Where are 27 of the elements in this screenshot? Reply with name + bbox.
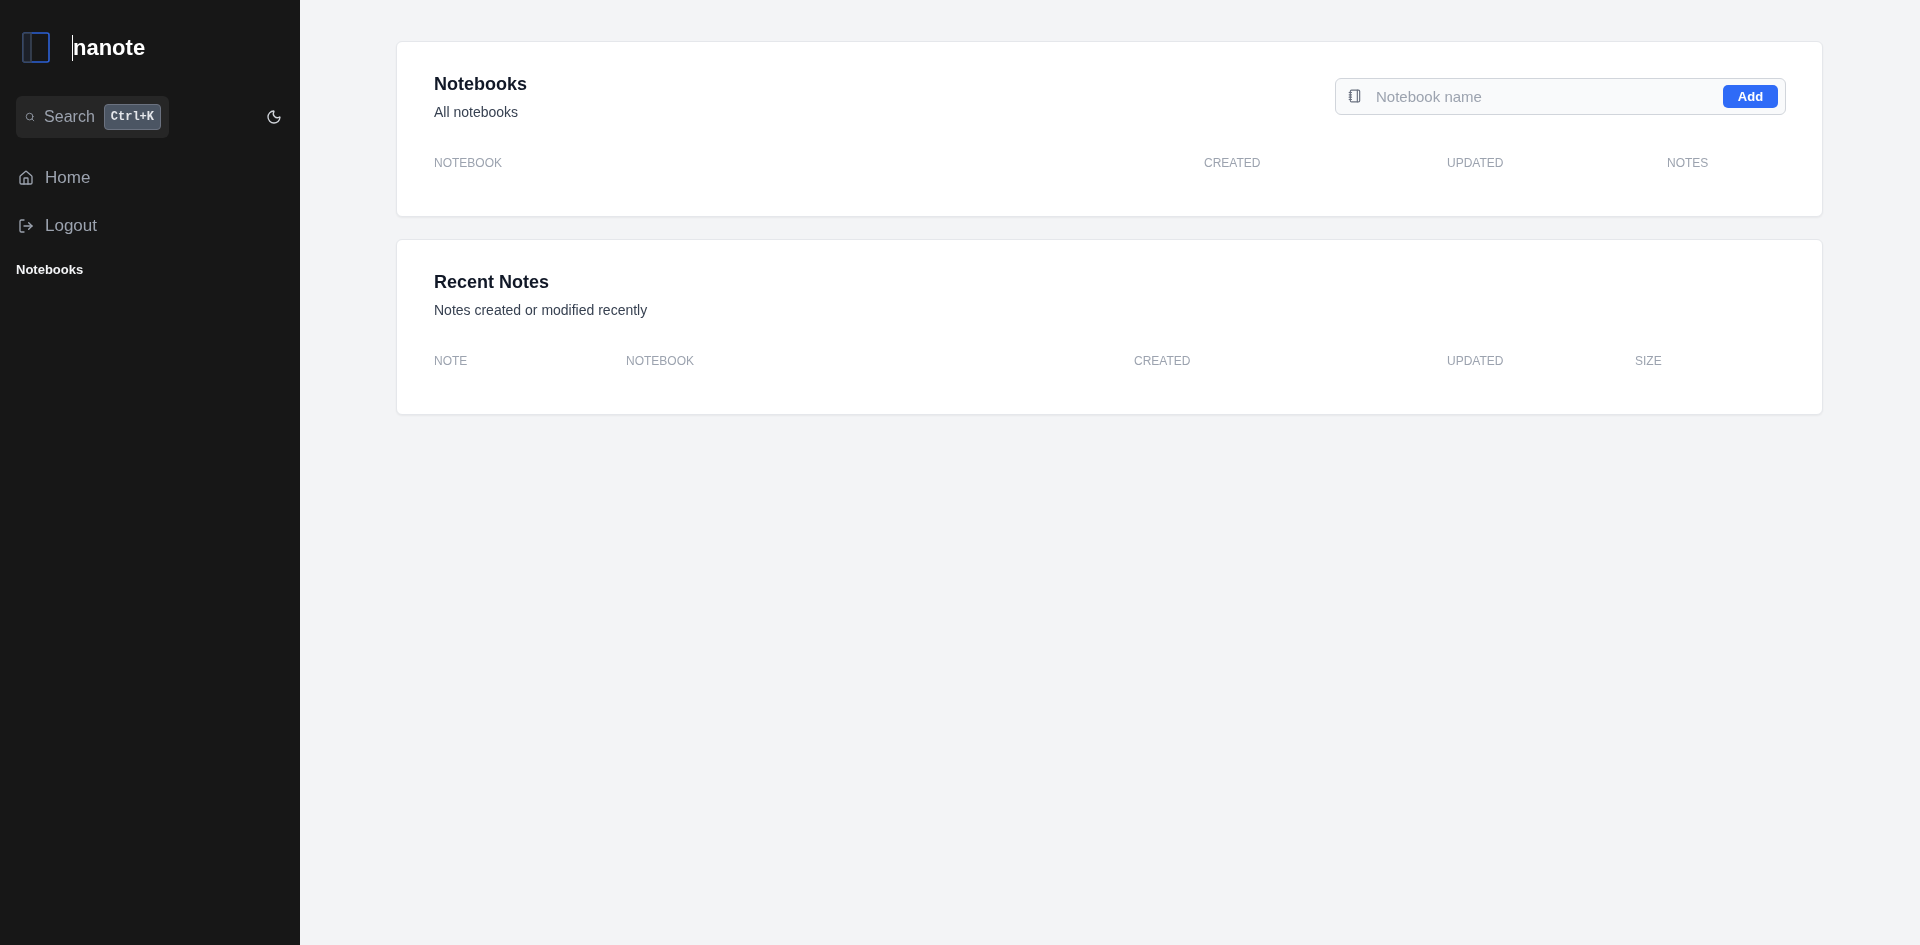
logout-icon [18, 218, 34, 234]
column-header: CREATED [1134, 353, 1191, 369]
notebook-name-field[interactable]: Notebook name Add [1335, 77, 1786, 115]
notebook-icon [1348, 89, 1362, 103]
column-header: NOTEBOOK [626, 353, 694, 369]
nav-link[interactable]: Logout [18, 214, 97, 238]
card-title: Recent Notes [434, 271, 550, 294]
search-button[interactable]: Search Ctrl+K [16, 96, 169, 138]
column-header: SIZE [1635, 353, 1662, 369]
home-icon [18, 170, 34, 186]
column-header: NOTE [434, 353, 468, 369]
book-logo-icon [22, 32, 50, 63]
column-header: UPDATED [1447, 155, 1504, 171]
column-header: UPDATED [1447, 353, 1504, 369]
app-title: nanote [72, 34, 146, 61]
column-header: CREATED [1204, 155, 1261, 171]
card-title: Notebooks [434, 73, 527, 96]
search-icon [25, 110, 36, 124]
card-subtitle: Notes created or modified recently [434, 301, 648, 320]
moon-icon[interactable] [266, 109, 282, 125]
nav-link[interactable]: Home [18, 166, 91, 190]
column-header: NOTEBOOK [434, 155, 502, 171]
card-subtitle: All notebooks [434, 103, 519, 122]
shortcut-key: Ctrl+K [103, 104, 161, 130]
add-button[interactable]: Add [1723, 84, 1778, 108]
column-header: NOTES [1667, 155, 1709, 171]
section-title: Notebooks [16, 262, 84, 278]
